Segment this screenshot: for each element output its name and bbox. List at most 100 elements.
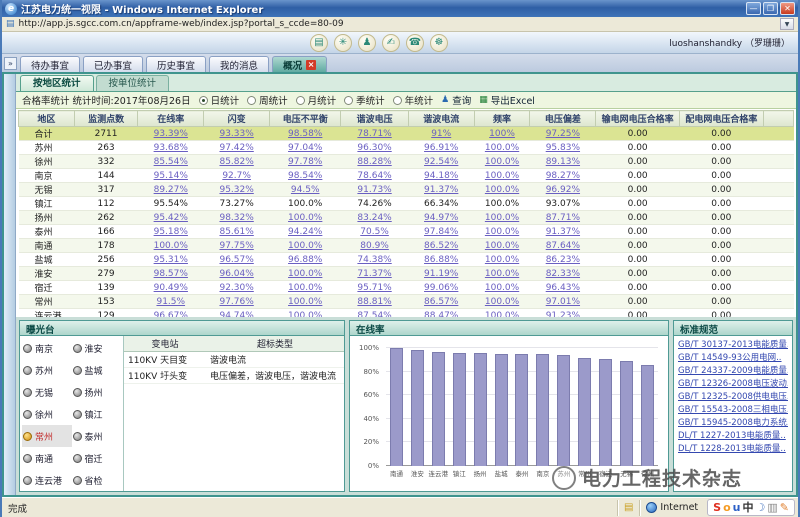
document-icon[interactable]: ▤ bbox=[310, 34, 328, 52]
value-link[interactable]: 95.83% bbox=[546, 143, 580, 153]
value-link[interactable]: 91% bbox=[431, 129, 451, 139]
city-item-南通[interactable]: 南通 bbox=[22, 447, 72, 469]
value-link[interactable]: 89.27% bbox=[154, 185, 188, 195]
city-item-淮安[interactable]: 淮安 bbox=[72, 337, 122, 359]
city-item-省检[interactable]: 省检 bbox=[72, 469, 122, 491]
value-link[interactable]: 93.33% bbox=[219, 129, 253, 139]
close-icon[interactable]: × bbox=[306, 60, 316, 70]
standard-link[interactable]: GB/T 15543-2008三相电压.. bbox=[678, 404, 788, 417]
value-link[interactable]: 91.37% bbox=[424, 185, 458, 195]
radio-周统计[interactable]: 周统计 bbox=[247, 93, 288, 107]
city-item-镇江[interactable]: 镇江 bbox=[72, 403, 122, 425]
value-link[interactable]: 95.14% bbox=[154, 171, 188, 181]
standard-link[interactable]: GB/T 15945-2008电力系统.. bbox=[678, 417, 788, 430]
value-link[interactable]: 86.52% bbox=[424, 241, 458, 251]
value-link[interactable]: 85.61% bbox=[219, 227, 253, 237]
value-link[interactable]: 100.0% bbox=[485, 143, 519, 153]
query-button[interactable]: ♟ 查询 bbox=[441, 93, 471, 107]
url-dropdown-button[interactable]: ▼ bbox=[780, 18, 794, 30]
close-button[interactable]: ✕ bbox=[780, 2, 795, 15]
value-link[interactable]: 96.04% bbox=[219, 269, 253, 279]
value-link[interactable]: 100.0% bbox=[485, 227, 519, 237]
value-link[interactable]: 100.0% bbox=[485, 213, 519, 223]
compass-icon[interactable]: ☸ bbox=[430, 34, 448, 52]
chart-bar[interactable] bbox=[536, 354, 549, 466]
chart-bar[interactable] bbox=[578, 358, 591, 466]
value-link[interactable]: 95.18% bbox=[154, 227, 188, 237]
value-link[interactable]: 91.5% bbox=[156, 297, 185, 307]
chart-bar[interactable] bbox=[453, 353, 466, 466]
value-link[interactable]: 96.30% bbox=[357, 143, 391, 153]
city-item-南京[interactable]: 南京 bbox=[22, 337, 72, 359]
value-link[interactable]: 70.5% bbox=[360, 227, 389, 237]
standard-link[interactable]: DL/T 1227-2013电能质量.. bbox=[678, 430, 788, 443]
person-icon[interactable]: ♟ bbox=[358, 34, 376, 52]
ime-icon[interactable]: ☽ bbox=[756, 500, 766, 515]
standard-link[interactable]: DL/T 1228-2013电能质量.. bbox=[678, 443, 788, 456]
city-item-苏州[interactable]: 苏州 bbox=[22, 359, 72, 381]
value-link[interactable]: 86.57% bbox=[424, 297, 458, 307]
standard-link[interactable]: GB/T 12325-2008供电电压.. bbox=[678, 391, 788, 404]
value-link[interactable]: 97.42% bbox=[219, 143, 253, 153]
standard-link[interactable]: GB/T 12326-2008电压波动.. bbox=[678, 378, 788, 391]
value-link[interactable]: 96.91% bbox=[424, 143, 458, 153]
collapse-sidebar-button[interactable]: » bbox=[4, 57, 17, 70]
tab-待办事宜[interactable]: 待办事宜 bbox=[20, 56, 80, 72]
value-link[interactable]: 90.49% bbox=[154, 283, 188, 293]
value-link[interactable]: 98.27% bbox=[546, 171, 580, 181]
value-link[interactable]: 87.64% bbox=[546, 241, 580, 251]
value-link[interactable]: 100% bbox=[489, 129, 515, 139]
value-link[interactable]: 95.31% bbox=[154, 255, 188, 265]
tab-已办事宜[interactable]: 已办事宜 bbox=[83, 56, 143, 72]
value-link[interactable]: 100.0% bbox=[154, 241, 188, 251]
value-link[interactable]: 93.68% bbox=[154, 143, 188, 153]
radio-日统计[interactable]: 日统计 bbox=[199, 93, 240, 107]
chart-bar[interactable] bbox=[474, 353, 487, 466]
radio-月统计[interactable]: 月统计 bbox=[296, 93, 337, 107]
value-link[interactable]: 100.0% bbox=[485, 185, 519, 195]
chart-bar[interactable] bbox=[495, 354, 508, 466]
value-link[interactable]: 100.0% bbox=[485, 269, 519, 279]
city-item-盐城[interactable]: 盐城 bbox=[72, 359, 122, 381]
export-excel-button[interactable]: ▦ 导出Excel bbox=[479, 93, 535, 107]
tab-by-region[interactable]: 按地区统计 bbox=[20, 75, 94, 91]
value-link[interactable]: 94.18% bbox=[424, 171, 458, 181]
value-link[interactable]: 92.54% bbox=[424, 157, 458, 167]
ime-icon[interactable]: S bbox=[713, 500, 721, 515]
value-link[interactable]: 98.57% bbox=[154, 269, 188, 279]
value-link[interactable]: 96.92% bbox=[546, 185, 580, 195]
value-link[interactable]: 100.0% bbox=[485, 297, 519, 307]
tab-概况[interactable]: 概况× bbox=[272, 56, 327, 72]
ime-icon[interactable]: o bbox=[723, 500, 731, 515]
standard-link[interactable]: GB/T 14549-93公用电网.. bbox=[678, 352, 788, 365]
phone-icon[interactable]: ☎ bbox=[406, 34, 424, 52]
value-link[interactable]: 82.33% bbox=[546, 269, 580, 279]
ime-icon[interactable]: u bbox=[733, 500, 741, 515]
value-link[interactable]: 80.9% bbox=[360, 241, 389, 251]
standard-link[interactable]: GB/T 30137-2013电能质量.. bbox=[678, 339, 788, 352]
tab-by-unit[interactable]: 按单位统计 bbox=[96, 75, 170, 91]
city-item-泰州[interactable]: 泰州 bbox=[72, 425, 122, 447]
value-link[interactable]: 100.0% bbox=[288, 241, 322, 251]
value-link[interactable]: 92.30% bbox=[219, 283, 253, 293]
hand-icon[interactable]: ✍ bbox=[382, 34, 400, 52]
url-text[interactable]: http://app.js.sgcc.com.cn/appframe-web/i… bbox=[19, 19, 776, 29]
value-link[interactable]: 97.75% bbox=[219, 241, 253, 251]
snowflake-icon[interactable]: ✳ bbox=[334, 34, 352, 52]
chart-bar[interactable] bbox=[599, 359, 612, 466]
city-item-无锡[interactable]: 无锡 bbox=[22, 381, 72, 403]
value-link[interactable]: 71.37% bbox=[357, 269, 391, 279]
value-link[interactable]: 100.0% bbox=[288, 283, 322, 293]
value-link[interactable]: 100.0% bbox=[485, 255, 519, 265]
chart-bar[interactable] bbox=[620, 361, 633, 466]
value-link[interactable]: 91.37% bbox=[546, 227, 580, 237]
value-link[interactable]: 99.06% bbox=[424, 283, 458, 293]
value-link[interactable]: 95.71% bbox=[357, 283, 391, 293]
value-link[interactable]: 89.13% bbox=[546, 157, 580, 167]
value-link[interactable]: 91.19% bbox=[424, 269, 458, 279]
city-item-扬州[interactable]: 扬州 bbox=[72, 381, 122, 403]
value-link[interactable]: 88.28% bbox=[357, 157, 391, 167]
value-link[interactable]: 98.58% bbox=[288, 129, 322, 139]
standard-link[interactable]: GB/T 24337-2009电能质量.. bbox=[678, 365, 788, 378]
tab-历史事宜[interactable]: 历史事宜 bbox=[146, 56, 206, 72]
